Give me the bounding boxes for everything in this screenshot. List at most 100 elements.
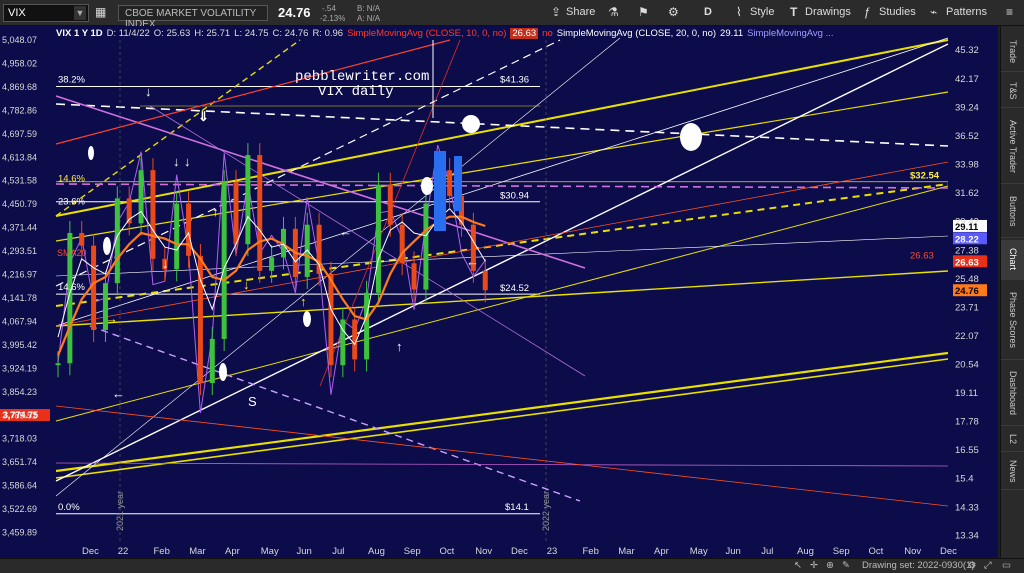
left-axis-tick: 4,613.84 — [2, 152, 37, 162]
chart-panel[interactable]: 5,048.07 4,958.02 4,869.68 4,782.86 4,697.59… — [0, 26, 998, 558]
x-axis-tick: Oct — [440, 546, 455, 557]
link-icon[interactable]: ▦ — [95, 5, 106, 19]
legend-sma20: SimpleMovingAvg (CLOSE, 20, 0, no) — [556, 27, 717, 39]
share-icon[interactable]: ⇪ — [551, 5, 561, 19]
right-axis-tick: 13.34 — [955, 531, 979, 542]
x-axis-tick: Dec — [940, 546, 957, 557]
tab-phase-scores[interactable]: Phase Scores — [1001, 282, 1024, 360]
tab-news[interactable]: News — [1001, 454, 1024, 490]
drawing-set-label[interactable]: Drawing set: 2022-0930(1) — [862, 560, 974, 571]
style-icon[interactable]: ⌇ — [736, 5, 742, 19]
style-button[interactable]: Style — [750, 6, 774, 18]
x-axis-tick: Dec — [82, 546, 99, 557]
flag-icon[interactable]: ⚑ — [638, 5, 649, 19]
tab-l2[interactable]: L2 — [1001, 428, 1024, 452]
candle-body — [269, 257, 275, 271]
panel-icon[interactable]: ▭ — [1002, 560, 1011, 571]
price-badge: 24.76 — [955, 286, 979, 297]
flask-icon[interactable]: ⚗ — [608, 5, 619, 19]
symbol-input[interactable]: VIX ▼ — [3, 4, 89, 22]
gear-icon[interactable]: ⚙ — [968, 560, 977, 571]
marker-circle — [462, 115, 480, 133]
candle-body — [328, 273, 334, 366]
highlight-candle — [434, 151, 446, 231]
right-axis-tick: 39.24 — [955, 102, 979, 113]
legend-sma20-value: 29.11 — [720, 27, 744, 39]
right-axis-tick: 15.4 — [955, 474, 974, 485]
left-axis-tick: 4,869.68 — [2, 82, 37, 92]
tab-buttons[interactable]: Buttons — [1001, 186, 1024, 238]
left-axis-tick: 3,854.23 — [2, 387, 37, 397]
marker-arrow: ← — [339, 224, 352, 239]
crosshair-icon[interactable]: ✛ — [810, 560, 818, 571]
left-axis-tick: 4,216.97 — [2, 270, 37, 280]
tab-active-trader[interactable]: Active Trader — [1001, 110, 1024, 184]
legend-high: H: 25.71 — [194, 27, 231, 39]
legend-sma10-value: 26.63 — [510, 27, 539, 39]
right-axis-tick: 25.48 — [955, 274, 979, 285]
candle-body — [221, 182, 227, 339]
marker-ellipse — [219, 363, 227, 381]
right-axis-tick: 42.17 — [955, 74, 979, 85]
share-button[interactable]: Share — [566, 6, 595, 18]
x-axis-tick: Aug — [368, 546, 385, 557]
x-axis-tick: Apr — [225, 546, 240, 557]
last-price: 24.76 — [278, 5, 311, 20]
marker-arrow: ← — [112, 386, 125, 401]
interval-button[interactable]: D — [704, 6, 712, 18]
x-axis-tick: May — [690, 546, 708, 557]
tab-trade[interactable]: Trade — [1001, 32, 1024, 72]
price-change: -.54 — [322, 4, 336, 13]
marker-arrow: ↑ — [396, 339, 403, 354]
candle-body — [245, 155, 251, 245]
patterns-button[interactable]: Patterns — [946, 6, 987, 18]
x-axis-tick: 22 — [118, 546, 129, 557]
x-axis-tick: Jul — [332, 546, 344, 557]
left-axis-tick: 4,450.79 — [2, 199, 37, 209]
tab-time-sales[interactable]: T&S — [1001, 74, 1024, 108]
x-axis-tick: Oct — [869, 546, 884, 557]
left-axis-tick: 3,995.42 — [2, 340, 37, 350]
x-axis-tick: Feb — [583, 546, 599, 557]
drawings-icon[interactable]: T — [790, 5, 797, 19]
ask-value: A: N/A — [357, 14, 381, 23]
chevron-down-icon[interactable]: ▼ — [74, 6, 86, 20]
year-2021-label: 2021 year — [115, 491, 125, 531]
fib-label-146b: 14.6% — [58, 282, 85, 293]
marker-arrow: ← — [466, 254, 479, 269]
x-axis-tick: Nov — [475, 546, 492, 557]
right-sidebar: Trade T&S Active Trader Buttons Chart Ph… — [1000, 26, 1024, 558]
x-axis-tick: Jun — [297, 546, 312, 557]
x-axis-tick: May — [261, 546, 279, 557]
left-axis-tick: 3,586.64 — [2, 481, 37, 491]
zoom-icon[interactable]: ⊕ — [826, 560, 834, 571]
menu-icon[interactable]: ≡ — [1006, 5, 1013, 19]
right-axis-tick: 31.62 — [955, 188, 979, 199]
price-chart[interactable]: 5,048.07 4,958.02 4,869.68 4,782.86 4,697.59… — [0, 26, 998, 558]
candle-body — [233, 182, 239, 245]
tab-dashboard[interactable]: Dashboard — [1001, 362, 1024, 426]
candle-body — [174, 203, 180, 270]
legend-date: D: 11/4/22 — [106, 27, 150, 39]
x-axis-tick: 23 — [547, 546, 558, 557]
right-axis-tick: 36.52 — [955, 131, 979, 142]
symbol-value: VIX — [8, 7, 26, 19]
expand-icon[interactable]: ⤢ — [984, 560, 992, 571]
price-badge: 29.11 — [955, 222, 979, 233]
left-price-badge: 3,774.75 — [3, 410, 38, 420]
drawings-button[interactable]: Drawings — [805, 6, 851, 18]
tab-chart[interactable]: Chart — [1001, 240, 1024, 280]
left-axis-tick: 3,522.69 — [2, 504, 37, 514]
highlight-candle — [454, 156, 462, 211]
candle-body — [138, 170, 144, 224]
studies-icon[interactable]: ƒ — [864, 5, 871, 19]
studies-button[interactable]: Studies — [879, 6, 916, 18]
right-axis-tick: 14.33 — [955, 502, 979, 513]
patterns-icon[interactable]: ⌁ — [930, 5, 937, 19]
gear-icon[interactable]: ⚙ — [668, 5, 679, 19]
marker-arrow: ↓ — [243, 277, 250, 292]
pencil-icon[interactable]: ✎ — [842, 560, 850, 571]
cursor-tool-icon[interactable]: ↖ — [794, 560, 802, 571]
legend-header: VIX 1 Y 1D — [56, 27, 103, 39]
marker-arrow: ↓ — [145, 84, 152, 99]
